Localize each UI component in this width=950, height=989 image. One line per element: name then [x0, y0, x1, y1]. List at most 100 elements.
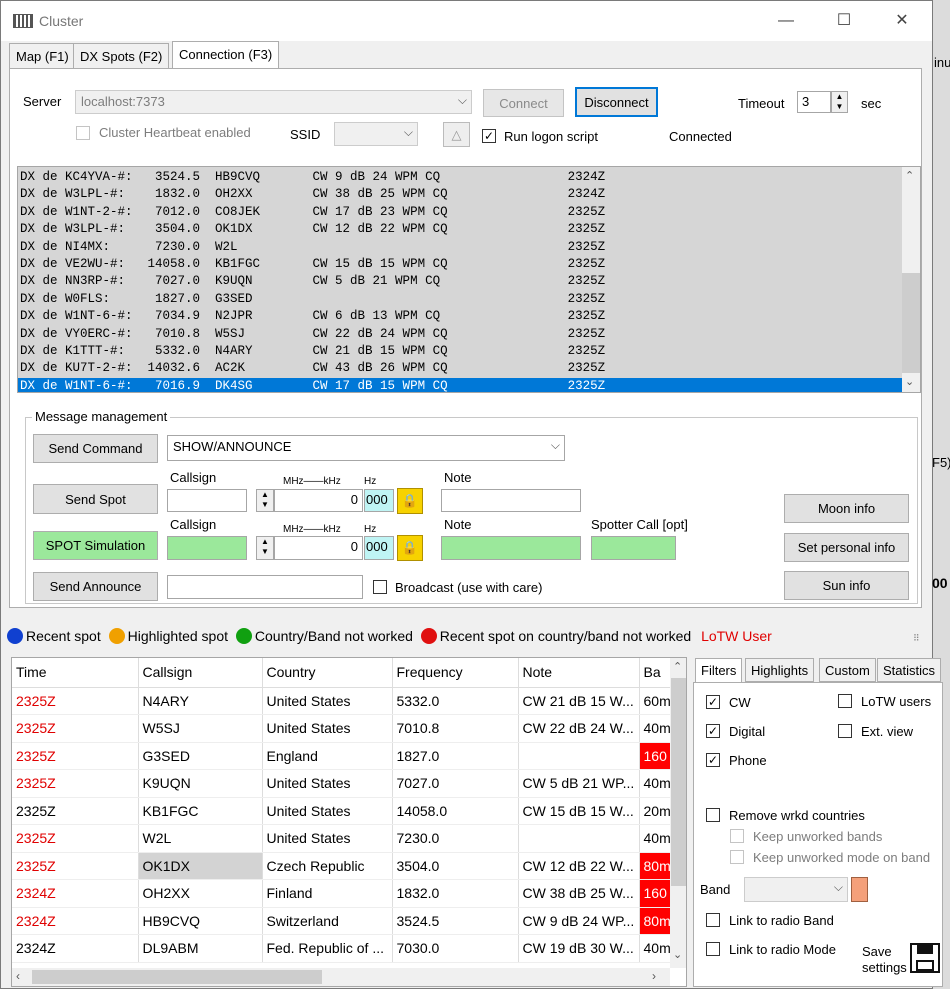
sun-info-button[interactable]: Sun info [784, 571, 909, 600]
spot-line[interactable]: DX de NN3RP-#: 7027.0 K9UQN CW 5 dB 21 W… [18, 273, 904, 290]
tab-highlights[interactable]: Highlights [745, 658, 815, 682]
table-row[interactable]: 2325Z K9UQN United States 7027.0 CW 5 dB 21 … [12, 769, 676, 798]
phone-checkbox[interactable]: ✓ [706, 753, 720, 767]
spot-line[interactable]: DX de NI4MX: 7230.0 W2L 2325Z [18, 239, 904, 256]
link-band-checkbox[interactable] [706, 913, 720, 927]
tab-filters[interactable]: Filters [695, 658, 743, 682]
col-callsign[interactable]: Callsign [138, 658, 263, 688]
table-row[interactable]: 2325Z OK1DX Czech Republic 3504.0 CW 12 dB 2… [12, 852, 676, 880]
spot-line[interactable]: DX de W1NT-6-#: 7034.9 N2JPR CW 6 dB 13 … [18, 308, 904, 325]
spot-callsign-input[interactable] [167, 489, 247, 512]
timeout-label: Timeout [738, 96, 785, 111]
maximize-button[interactable]: ☐ [829, 9, 859, 33]
band-combo[interactable]: ⌵ [744, 877, 848, 902]
tab-statistics[interactable]: Statistics [877, 658, 942, 682]
grid-hscroll[interactable]: ‹ › [12, 968, 670, 986]
spot-grid[interactable]: Time Callsign Country Frequency Note Ba … [11, 657, 687, 987]
lotw-checkbox[interactable] [838, 694, 852, 708]
lock-icon[interactable]: 🔒 [397, 488, 423, 514]
grid-scroll-left-icon[interactable]: ‹ [16, 969, 20, 983]
broadcast-checkbox[interactable] [373, 580, 387, 594]
freq-spinner[interactable]: ▲ ▼ [256, 489, 274, 512]
server-combo[interactable]: localhost:7373 ⌵ [75, 90, 472, 114]
grid-scroll-down-icon[interactable]: ⌄ [673, 948, 682, 961]
timeout-spinner[interactable]: ▲ ▼ [831, 91, 848, 113]
scroll-up-icon[interactable]: ⌃ [905, 169, 914, 183]
ext-view-checkbox[interactable] [838, 724, 852, 738]
table-row[interactable]: 2325Z KB1FGC United States 14058.0 CW 15 dB … [12, 797, 676, 825]
send-command-button[interactable]: Send Command [33, 434, 158, 463]
ssid-combo[interactable]: ⌵ [334, 122, 418, 146]
sim-note-input[interactable] [441, 536, 581, 560]
scroll-thumb[interactable] [902, 273, 920, 373]
sim-freq-spinner[interactable]: ▲ ▼ [256, 536, 274, 560]
table-row[interactable]: 2324Z HB9CVQ Switzerland 3524.5 CW 9 dB 24 W… [12, 907, 676, 935]
disconnect-button[interactable]: Disconnect [575, 87, 658, 117]
col-time[interactable]: Time [12, 658, 139, 688]
spot-line[interactable]: DX de KU7T-2-#: 14032.6 AC2K CW 43 dB 26… [18, 360, 904, 377]
keep-bands-checkbox[interactable] [730, 829, 744, 843]
command-combo[interactable]: SHOW/ANNOUNCE ⌵ [167, 435, 565, 461]
send-spot-button[interactable]: Send Spot [33, 484, 158, 514]
tab-custom[interactable]: Custom [819, 658, 876, 682]
band-color-swatch[interactable] [851, 877, 868, 902]
table-row[interactable]: 2324Z DL9ABM Fed. Republic of ... 7030.0 CW … [12, 934, 676, 963]
spot-line[interactable]: DX de VE2WU-#: 14058.0 KB1FGC CW 15 dB 1… [18, 256, 904, 273]
grid-vscroll[interactable]: ⌃ ⌄ [670, 658, 686, 968]
spot-line[interactable]: DX de KC4YVA-#: 3524.5 HB9CVQ CW 9 dB 24… [18, 169, 904, 186]
link-mode-checkbox[interactable] [706, 942, 720, 956]
sim-hz-input[interactable]: 000 [364, 536, 394, 560]
grid-scroll-right-icon[interactable]: › [652, 969, 656, 983]
spot-line[interactable]: DX de W1NT-6-#: 7016.9 DK4SG CW 17 dB 15… [18, 377, 904, 392]
save-settings-icon[interactable] [910, 943, 940, 973]
minimize-button[interactable]: — [771, 9, 801, 33]
col-note[interactable]: Note [518, 658, 640, 688]
spotter-call-input[interactable] [591, 536, 676, 560]
scroll-down-icon[interactable]: ⌄ [905, 375, 914, 389]
spot-console[interactable]: DX de KC4YVA-#: 3524.5 HB9CVQ CW 9 dB 24… [17, 166, 921, 393]
remove-worked-checkbox[interactable] [706, 808, 720, 822]
table-row[interactable]: 2325Z W5SJ United States 7010.8 CW 22 dB 24 … [12, 714, 676, 743]
grid-scroll-up-icon[interactable]: ⌃ [673, 660, 682, 673]
spot-simulation-button[interactable]: SPOT Simulation [33, 531, 158, 560]
logon-checkbox[interactable]: ✓ [482, 129, 496, 143]
connect-button[interactable]: Connect [483, 89, 564, 117]
cw-checkbox[interactable]: ✓ [706, 695, 720, 709]
spot-line[interactable]: DX de W3LPL-#: 1832.0 OH2XX CW 38 dB 25 … [18, 186, 904, 203]
table-row[interactable]: 2325Z W2L United States 7230.0 40m [12, 824, 676, 853]
col-country[interactable]: Country [262, 658, 393, 688]
spot-line[interactable]: DX de K1TTT-#: 5332.0 N4ARY CW 21 dB 15 … [18, 343, 904, 360]
moon-info-button[interactable]: Moon info [784, 494, 909, 523]
sim-lock-icon[interactable]: 🔒 [397, 535, 423, 561]
set-personal-info-button[interactable]: Set personal info [784, 533, 909, 562]
close-button[interactable]: ✕ [887, 9, 917, 33]
keep-mode-checkbox[interactable] [730, 850, 744, 864]
spot-line[interactable]: DX de W3LPL-#: 3504.0 OK1DX CW 12 dB 22 … [18, 221, 904, 238]
sim-callsign-input[interactable] [167, 536, 247, 560]
chevron-down-icon: ⌵ [833, 880, 843, 894]
spot-line[interactable]: DX de W0FLS: 1827.0 G3SED 2325Z [18, 291, 904, 308]
tab-map[interactable]: Map (F1) [9, 43, 76, 69]
grid-hscroll-thumb[interactable] [32, 970, 322, 984]
heartbeat-checkbox[interactable] [76, 126, 90, 140]
spot-frequency-input[interactable]: 0 [274, 489, 363, 512]
table-row[interactable]: 2324Z OH2XX Finland 1832.0 CW 38 dB 25 W... 1… [12, 879, 676, 908]
digital-checkbox[interactable]: ✓ [706, 724, 720, 738]
timeout-input[interactable]: 3 [797, 91, 831, 113]
sim-frequency-input[interactable]: 0 [274, 536, 363, 560]
spot-note-input[interactable] [441, 489, 581, 512]
spot-hz-input[interactable]: 000 [364, 489, 394, 512]
announce-input[interactable] [167, 575, 363, 599]
table-row[interactable]: 2325Z N4ARY United States 5332.0 CW 21 dB 15… [12, 687, 676, 715]
table-row[interactable]: 2325Z G3SED England 1827.0 160 [12, 742, 676, 770]
bell-icon[interactable]: △ [443, 122, 470, 147]
tab-connection[interactable]: Connection (F3) [172, 41, 280, 69]
resize-grip-icon[interactable]: ⠿ [913, 633, 920, 644]
send-announce-button[interactable]: Send Announce [33, 572, 158, 601]
spot-line[interactable]: DX de VY0ERC-#: 7010.8 W5SJ CW 22 dB 24 … [18, 326, 904, 343]
spot-line[interactable]: DX de W1NT-2-#: 7012.0 CO8JEK CW 17 dB 2… [18, 204, 904, 221]
grid-scroll-thumb[interactable] [671, 678, 686, 886]
col-frequency[interactable]: Frequency [392, 658, 519, 688]
tab-dx-spots[interactable]: DX Spots (F2) [73, 43, 170, 69]
spot-scrollbar[interactable]: ⌃ ⌄ [902, 167, 920, 392]
